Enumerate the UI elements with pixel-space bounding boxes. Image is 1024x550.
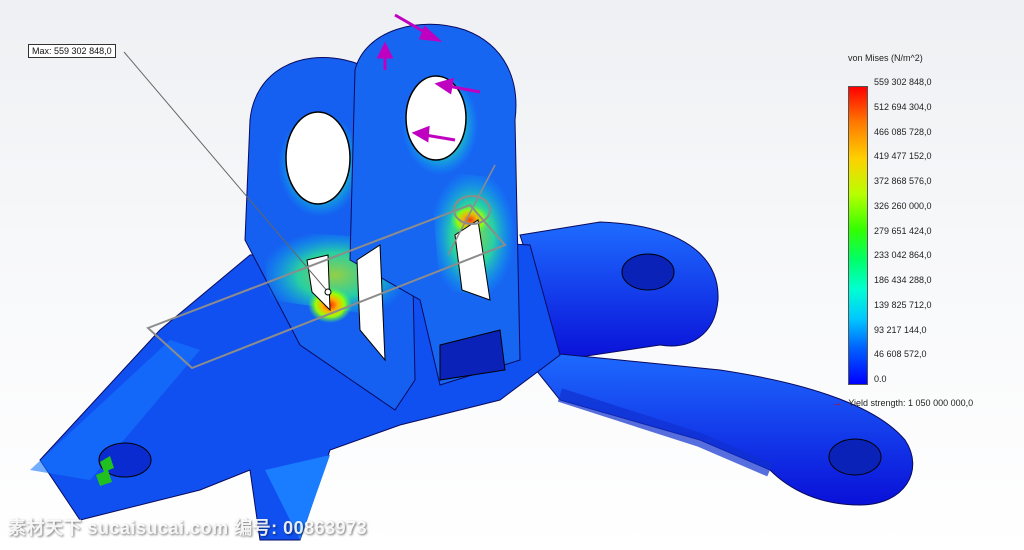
stress-colorbar bbox=[848, 86, 868, 385]
yield-strength-text: Yield strength: 1 050 000 000,0 bbox=[848, 398, 974, 408]
legend-tick-label: 186 434 288,0 bbox=[874, 275, 932, 285]
legend-title: von Mises (N/m^2) bbox=[848, 53, 923, 63]
max-value-label[interactable]: Max: 559 302 848,0 bbox=[28, 44, 116, 58]
legend-tick-label: 0.0 bbox=[874, 374, 887, 384]
stress-plot-model[interactable] bbox=[0, 0, 1024, 550]
legend-tick-label: 466 085 728,0 bbox=[874, 126, 932, 137]
legend-tick-label: 279 651 424,0 bbox=[874, 225, 932, 236]
simulation-viewport[interactable]: Max: 559 302 848,0 von Mises (N/m^2) 559… bbox=[0, 0, 1024, 550]
legend-tick-label: 372 868 576,0 bbox=[874, 176, 932, 186]
max-label-value: 559 302 848,0 bbox=[54, 46, 112, 56]
max-label-prefix: Max: bbox=[32, 46, 52, 56]
legend-tick-label: 93 217 144,0 bbox=[874, 324, 927, 335]
legend-tick-label: 326 260 000,0 bbox=[874, 200, 932, 211]
legend-tick-label: 46 608 572,0 bbox=[874, 349, 927, 360]
watermark-text: 素材天下 sucaisucai.com 编号: 00863973 bbox=[8, 518, 368, 538]
yield-strength-label: → Yield strength: 1 050 000 000,0 bbox=[832, 398, 973, 409]
legend-tick-label: 419 477 152,0 bbox=[874, 151, 932, 162]
legend-tick-label: 233 042 864,0 bbox=[874, 250, 932, 261]
max-probe-point[interactable] bbox=[324, 288, 332, 296]
yield-arrow-icon: → bbox=[832, 398, 842, 409]
legend-tick-label: 512 694 304,0 bbox=[874, 101, 932, 112]
legend-tick-label: 139 825 712,0 bbox=[874, 299, 932, 310]
legend-tick-label: 559 302 848,0 bbox=[874, 77, 932, 87]
